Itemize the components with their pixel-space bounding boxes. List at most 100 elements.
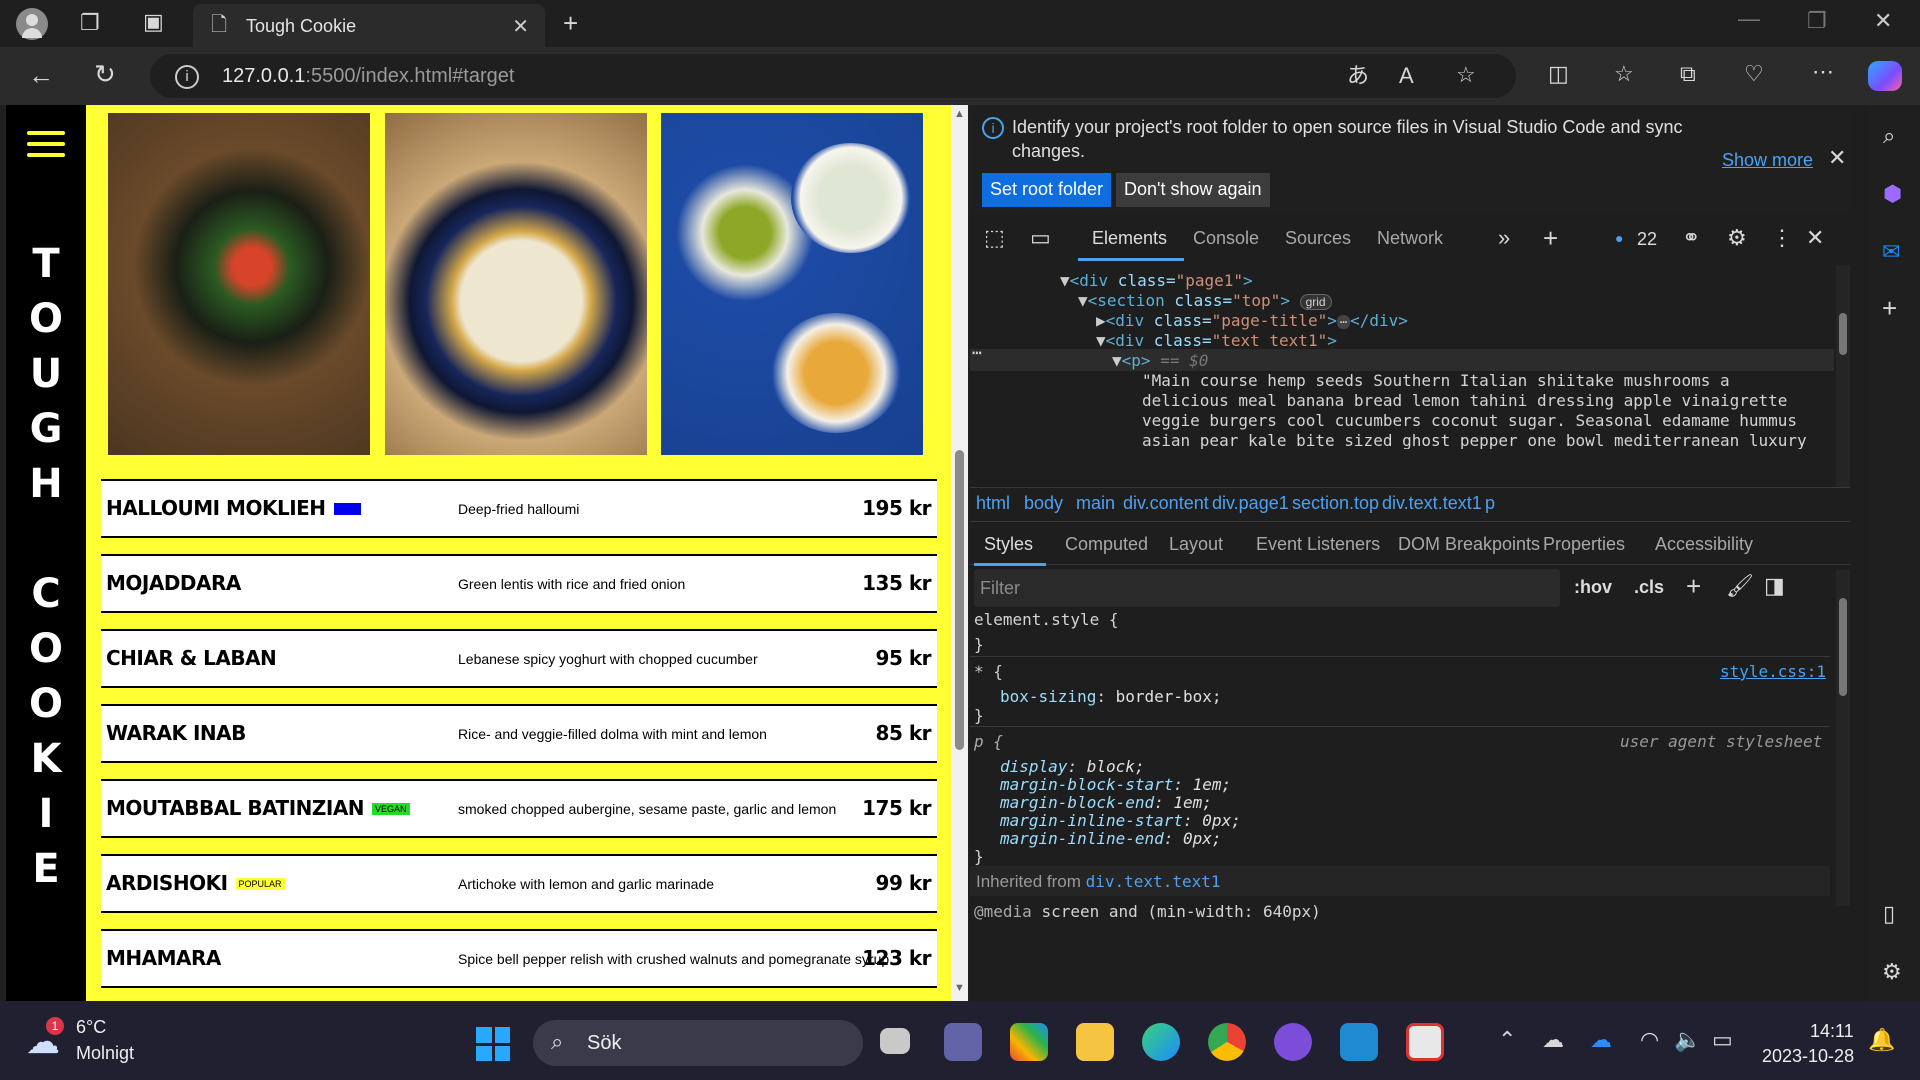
margin-block-start-decl[interactable]: margin-block-start: 1em; <box>1000 775 1231 794</box>
styles-tab[interactable]: Styles <box>984 534 1033 555</box>
file-explorer-icon[interactable] <box>1076 1023 1114 1061</box>
paint-brush-icon[interactable]: 🖌 <box>1726 575 1754 597</box>
dom-line-text1[interactable]: ▼<div class="text text1"> <box>1096 331 1337 350</box>
clock-date[interactable]: 2023-10-28 <box>1762 1046 1854 1067</box>
styles-tab[interactable]: DOM Breakpoints <box>1398 534 1540 555</box>
taskbar-search[interactable]: ⌕ Sök <box>533 1020 863 1066</box>
dom-text-node[interactable]: "Main course hemp seeds Southern Italian… <box>1142 371 1730 390</box>
connect-icon[interactable]: ⚭ <box>1682 227 1700 249</box>
universal-selector[interactable]: * { <box>974 662 1003 681</box>
scrollbar-thumb[interactable] <box>955 450 964 750</box>
devtools-close-icon[interactable]: ✕ <box>1806 227 1824 249</box>
breadcrumb-item[interactable]: main <box>1076 493 1115 514</box>
tab-tough-cookie[interactable]: 🗋 Tough Cookie ✕ <box>193 4 545 47</box>
dom-line-page1[interactable]: ▼<div class="page1"> <box>1060 271 1253 290</box>
dom-line-page-title[interactable]: ▶<div class="page-title"> ⋯ </div> <box>1096 311 1408 330</box>
dom-scrollbar[interactable] <box>1836 265 1850 487</box>
url-field[interactable]: i 127.0.0.1:5500/index.html#target あ A ☆ <box>150 54 1516 98</box>
breadcrumb-item[interactable]: div.page1 <box>1212 493 1289 514</box>
inherited-link[interactable]: div.text.text1 <box>1086 872 1221 891</box>
tray-chevron-icon[interactable]: ⌃ <box>1498 1029 1516 1051</box>
tab-close-icon[interactable]: ✕ <box>512 14 529 39</box>
margin-inline-start-decl[interactable]: margin-inline-start: 0px; <box>1000 811 1241 830</box>
weather-widget[interactable]: ☁ 1 6°C Molnigt <box>26 1015 166 1069</box>
p-selector[interactable]: p { <box>974 732 1003 751</box>
edge-icon[interactable] <box>1142 1023 1180 1061</box>
scroll-down-icon[interactable]: ▼ <box>954 983 965 994</box>
restore-icon[interactable]: ❐ <box>1807 10 1827 32</box>
breadcrumb-item[interactable]: p <box>1485 493 1495 514</box>
onedrive-blue-icon[interactable]: ☁ <box>1590 1029 1612 1051</box>
favorite-star-icon[interactable]: ☆ <box>1456 64 1476 86</box>
tab-network[interactable]: Network <box>1377 228 1443 249</box>
devtools-more-icon[interactable]: ⋮ <box>1771 227 1793 249</box>
device-emulation-icon[interactable]: ▭ <box>1030 227 1051 249</box>
favorites-icon[interactable]: ☆ <box>1614 63 1634 85</box>
sidebar-search-icon[interactable]: ⌕ <box>1883 125 1895 147</box>
styles-tab[interactable]: Layout <box>1169 534 1223 555</box>
styles-scrollbar[interactable] <box>1836 570 1850 906</box>
stylesheet-link[interactable]: style.css:1 <box>1720 662 1826 681</box>
profile-avatar[interactable] <box>16 8 48 40</box>
add-tool-icon[interactable]: + <box>1543 225 1558 251</box>
element-style-rule[interactable]: element.style { <box>974 610 1119 629</box>
breadcrumb-item[interactable]: div.text.text1 <box>1382 493 1482 514</box>
start-button[interactable] <box>476 1027 510 1061</box>
display-decl[interactable]: display: block; <box>1000 757 1145 776</box>
dom-ellipsis-icon[interactable]: ⋯ <box>972 345 982 361</box>
dom-line-section-top[interactable]: ▼<section class="top"> grid <box>1078 291 1332 310</box>
close-window-icon[interactable]: ✕ <box>1874 10 1892 32</box>
show-more-link[interactable]: Show more <box>1722 150 1813 171</box>
github-desktop-icon[interactable] <box>1274 1023 1312 1061</box>
info-close-icon[interactable]: ✕ <box>1828 147 1846 169</box>
scroll-up-icon[interactable]: ▲ <box>954 109 965 120</box>
sidebar-layout-icon[interactable]: ▯ <box>1883 903 1895 925</box>
new-rule-icon[interactable]: + <box>1686 573 1701 599</box>
wifi-icon[interactable]: ◠ <box>1640 1029 1659 1051</box>
page-scrollbar[interactable]: ▲ ▼ <box>951 105 968 1001</box>
breadcrumb-item[interactable]: html <box>976 493 1010 514</box>
minimize-icon[interactable]: — <box>1738 8 1760 30</box>
hov-toggle[interactable]: :hov <box>1574 577 1612 598</box>
read-aloud-icon[interactable]: A <box>1399 65 1414 87</box>
more-menu-icon[interactable]: ⋯ <box>1812 61 1834 83</box>
volume-icon[interactable]: 🔈 <box>1674 1029 1701 1051</box>
refresh-icon[interactable]: ↻ <box>94 61 116 87</box>
performance-icon[interactable]: ♡ <box>1744 63 1764 85</box>
styles-tab[interactable]: Properties <box>1543 534 1625 555</box>
styles-tab[interactable]: Accessibility <box>1655 534 1753 555</box>
sidebar-add-icon[interactable]: + <box>1882 295 1897 321</box>
site-info-icon[interactable]: i <box>175 65 199 89</box>
onedrive-icon[interactable]: ☁ <box>1542 1029 1564 1051</box>
hamburger-menu-icon[interactable] <box>27 131 65 157</box>
task-view-icon[interactable] <box>880 1028 910 1054</box>
chrome-icon[interactable] <box>1208 1023 1246 1061</box>
cls-toggle[interactable]: .cls <box>1634 577 1664 598</box>
battery-icon[interactable]: ▭ <box>1712 1029 1733 1051</box>
collections-icon[interactable]: ⧉ <box>1680 63 1696 85</box>
styles-tab[interactable]: Event Listeners <box>1256 534 1380 555</box>
dont-show-again-button[interactable]: Don't show again <box>1116 173 1270 207</box>
snipping-tool-icon[interactable] <box>1406 1023 1444 1061</box>
styles-tab[interactable]: Computed <box>1065 534 1148 555</box>
devtools-settings-icon[interactable]: ⚙ <box>1727 227 1747 249</box>
sidebar-copilot-icon[interactable]: ⬢ <box>1883 183 1902 205</box>
vscode-icon[interactable] <box>1340 1023 1378 1061</box>
app-icon[interactable] <box>1010 1023 1048 1061</box>
breadcrumb-item[interactable]: section.top <box>1292 493 1379 514</box>
teams-icon[interactable] <box>944 1023 982 1061</box>
tab-elements[interactable]: Elements <box>1092 228 1167 249</box>
breadcrumb-item[interactable]: div.content <box>1123 493 1209 514</box>
margin-inline-end-decl[interactable]: margin-inline-end: 0px; <box>1000 829 1222 848</box>
notification-bell-icon[interactable]: 🔔 <box>1868 1029 1895 1051</box>
margin-block-end-decl[interactable]: margin-block-end: 1em; <box>1000 793 1212 812</box>
tab-console[interactable]: Console <box>1193 228 1259 249</box>
grid-badge[interactable]: grid <box>1299 294 1332 310</box>
sidebar-outlook-icon[interactable]: ✉ <box>1882 241 1900 263</box>
styles-filter-input[interactable]: Filter <box>974 569 1560 607</box>
more-tabs-icon[interactable]: » <box>1498 227 1510 249</box>
clock-time[interactable]: 14:11 <box>1810 1021 1854 1042</box>
set-root-folder-button[interactable]: Set root folder <box>982 173 1112 207</box>
issues-icon[interactable]: ● <box>1615 231 1623 245</box>
new-tab-icon[interactable]: + <box>563 10 578 36</box>
